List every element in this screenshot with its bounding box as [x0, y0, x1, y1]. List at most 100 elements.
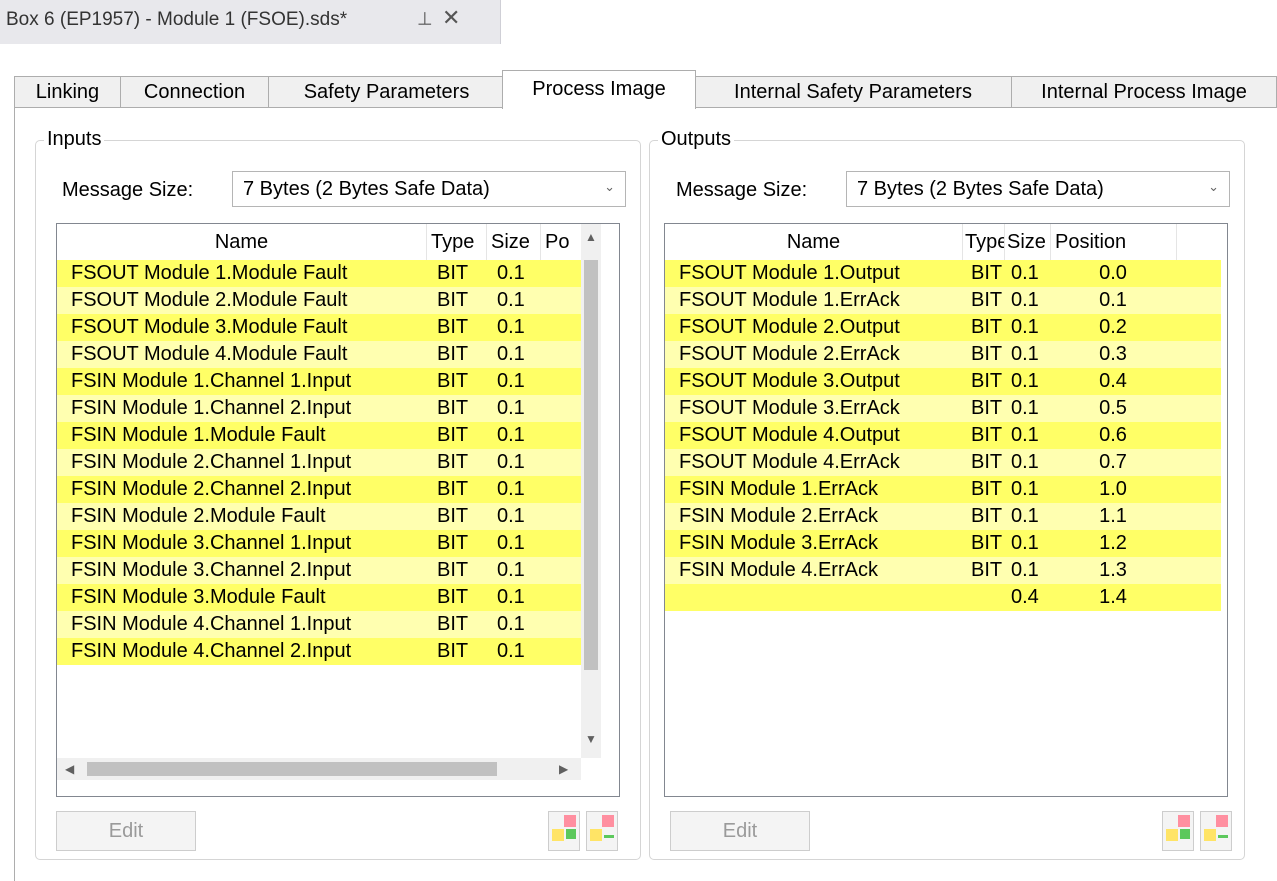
inputs-group: Inputs Message Size: 7 Bytes (2 Bytes Sa…	[35, 128, 641, 860]
inputs-edit-button[interactable]: Edit	[56, 811, 196, 851]
cell-size: 0.1	[497, 289, 525, 311]
table-row[interactable]: FSOUT Module 3.ErrAck BIT 0.1 0.5	[665, 395, 1221, 422]
outputs-col-name[interactable]: Name	[665, 224, 963, 260]
table-row[interactable]: FSOUT Module 2.ErrAck BIT 0.1 0.3	[665, 341, 1221, 368]
cell-name: FSIN Module 1.Channel 2.Input	[71, 397, 352, 419]
cell-name: FSIN Module 3.Module Fault	[71, 586, 326, 608]
table-row[interactable]: 0.4 1.4	[665, 584, 1221, 611]
tab-safety-parameters[interactable]: Safety Parameters	[268, 76, 505, 108]
cell-size: 0.1	[1011, 424, 1039, 446]
cell-type: BIT	[437, 505, 469, 527]
table-row[interactable]: FSIN Module 2.Channel 2.Input BIT 0.1	[57, 476, 581, 503]
cell-name: FSOUT Module 4.Module Fault	[71, 343, 348, 365]
cell-type: BIT	[437, 586, 469, 608]
outputs-col-position[interactable]: Position	[1051, 224, 1177, 260]
cell-position: 1.1	[1099, 505, 1127, 527]
cell-name: FSOUT Module 4.ErrAck	[679, 451, 900, 473]
pin-icon[interactable]: ⊣	[413, 11, 434, 27]
inputs-group-label: Inputs	[44, 128, 105, 151]
table-row[interactable]: FSOUT Module 2.Module Fault BIT 0.1	[57, 287, 581, 314]
tab-internal-safety-parameters[interactable]: Internal Safety Parameters	[694, 76, 1012, 108]
inputs-vertical-scroll-thumb[interactable]	[584, 260, 598, 670]
inputs-remove-variable-button[interactable]	[586, 811, 618, 851]
table-row[interactable]: FSIN Module 1.ErrAck BIT 0.1 1.0	[665, 476, 1221, 503]
cell-size: 0.1	[1011, 289, 1039, 311]
table-row[interactable]: FSOUT Module 2.Output BIT 0.1 0.2	[665, 314, 1221, 341]
inputs-horizontal-scrollbar[interactable]: ◀ ▶	[57, 758, 581, 780]
table-row[interactable]: FSOUT Module 1.Module Fault BIT 0.1	[57, 260, 581, 287]
outputs-list[interactable]: Name Type Size Position FSOUT Module 1.O…	[664, 223, 1228, 797]
inputs-col-size[interactable]: Size	[487, 224, 541, 260]
cell-type: BIT	[971, 478, 1003, 500]
inputs-list[interactable]: Name Type Size Po FSOUT Module 1.Module …	[56, 223, 620, 797]
inputs-add-variable-button[interactable]	[548, 811, 580, 851]
inputs-col-type[interactable]: Type	[427, 224, 487, 260]
table-row[interactable]: FSOUT Module 3.Output BIT 0.1 0.4	[665, 368, 1221, 395]
cell-name: FSIN Module 3.Channel 1.Input	[71, 532, 352, 554]
cell-name: FSIN Module 1.Channel 1.Input	[71, 370, 352, 392]
table-row[interactable]: FSIN Module 2.Module Fault BIT 0.1	[57, 503, 581, 530]
inputs-col-position[interactable]: Po	[541, 224, 581, 260]
cell-name: FSOUT Module 3.Output	[679, 370, 900, 392]
tab-internal-process-image[interactable]: Internal Process Image	[1011, 76, 1277, 108]
outputs-add-variable-button[interactable]	[1162, 811, 1194, 851]
cell-size: 0.1	[497, 397, 525, 419]
table-row[interactable]: FSIN Module 2.ErrAck BIT 0.1 1.1	[665, 503, 1221, 530]
cell-size: 0.1	[1011, 343, 1039, 365]
tab-connection[interactable]: Connection	[120, 76, 269, 108]
table-row[interactable]: FSIN Module 3.Module Fault BIT 0.1	[57, 584, 581, 611]
table-row[interactable]: FSIN Module 3.Channel 1.Input BIT 0.1	[57, 530, 581, 557]
tab-linking[interactable]: Linking	[14, 76, 121, 108]
table-row[interactable]: FSOUT Module 4.Output BIT 0.1 0.6	[665, 422, 1221, 449]
table-row[interactable]: FSIN Module 1.Channel 1.Input BIT 0.1	[57, 368, 581, 395]
inputs-horizontal-scroll-thumb[interactable]	[87, 762, 497, 776]
cell-name: FSIN Module 2.Channel 1.Input	[71, 451, 352, 473]
table-row[interactable]: FSIN Module 1.Module Fault BIT 0.1	[57, 422, 581, 449]
cell-type: BIT	[437, 262, 469, 284]
cell-position: 0.5	[1099, 397, 1127, 419]
cell-name: FSOUT Module 1.ErrAck	[679, 289, 900, 311]
cell-position: 1.2	[1099, 532, 1127, 554]
cell-position: 0.3	[1099, 343, 1127, 365]
document-tab[interactable]: Box 6 (EP1957) - Module 1 (FSOE).sds* ⊣ …	[0, 0, 501, 44]
cell-name: FSIN Module 4.Channel 1.Input	[71, 613, 352, 635]
inputs-col-name[interactable]: Name	[57, 224, 427, 260]
table-row[interactable]: FSIN Module 4.Channel 1.Input BIT 0.1	[57, 611, 581, 638]
outputs-remove-variable-button[interactable]	[1200, 811, 1232, 851]
tab-panel-process-image: Inputs Message Size: 7 Bytes (2 Bytes Sa…	[14, 107, 1277, 881]
cell-name: FSIN Module 4.ErrAck	[679, 559, 878, 581]
table-row[interactable]: FSIN Module 4.Channel 2.Input BIT 0.1	[57, 638, 581, 665]
table-row[interactable]: FSOUT Module 4.ErrAck BIT 0.1 0.7	[665, 449, 1221, 476]
cell-size: 0.1	[497, 586, 525, 608]
scroll-up-icon[interactable]: ▲	[585, 230, 597, 244]
cell-type: BIT	[971, 397, 1003, 419]
cell-name: FSOUT Module 3.Module Fault	[71, 316, 348, 338]
inputs-message-size-select[interactable]: 7 Bytes (2 Bytes Safe Data) ⌄	[232, 171, 626, 207]
cell-type: BIT	[437, 559, 469, 581]
table-row[interactable]: FSIN Module 3.Channel 2.Input BIT 0.1	[57, 557, 581, 584]
add-variable-icon	[1166, 815, 1192, 847]
table-row[interactable]: FSIN Module 4.ErrAck BIT 0.1 1.3	[665, 557, 1221, 584]
outputs-col-type[interactable]: Type	[963, 224, 1005, 260]
outputs-edit-button[interactable]: Edit	[670, 811, 810, 851]
table-row[interactable]: FSIN Module 2.Channel 1.Input BIT 0.1	[57, 449, 581, 476]
table-row[interactable]: FSIN Module 3.ErrAck BIT 0.1 1.2	[665, 530, 1221, 557]
cell-size: 0.1	[497, 559, 525, 581]
outputs-col-size[interactable]: Size	[1005, 224, 1051, 260]
scroll-left-icon[interactable]: ◀	[65, 762, 74, 776]
table-row[interactable]: FSIN Module 1.Channel 2.Input BIT 0.1	[57, 395, 581, 422]
scroll-down-icon[interactable]: ▼	[585, 732, 597, 746]
cell-size: 0.1	[497, 424, 525, 446]
table-row[interactable]: FSOUT Module 1.ErrAck BIT 0.1 0.1	[665, 287, 1221, 314]
outputs-message-size-select[interactable]: 7 Bytes (2 Bytes Safe Data) ⌄	[846, 171, 1230, 207]
cell-position: 0.6	[1099, 424, 1127, 446]
table-row[interactable]: FSOUT Module 1.Output BIT 0.1 0.0	[665, 260, 1221, 287]
cell-name	[679, 584, 963, 611]
table-row[interactable]: FSOUT Module 4.Module Fault BIT 0.1	[57, 341, 581, 368]
table-row[interactable]: FSOUT Module 3.Module Fault BIT 0.1	[57, 314, 581, 341]
scroll-right-icon[interactable]: ▶	[559, 762, 568, 776]
inputs-vertical-scrollbar[interactable]: ▲ ▼	[581, 224, 601, 758]
close-icon[interactable]: ✕	[442, 5, 460, 31]
cell-size: 0.1	[497, 262, 525, 284]
tab-process-image[interactable]: Process Image	[502, 70, 696, 109]
